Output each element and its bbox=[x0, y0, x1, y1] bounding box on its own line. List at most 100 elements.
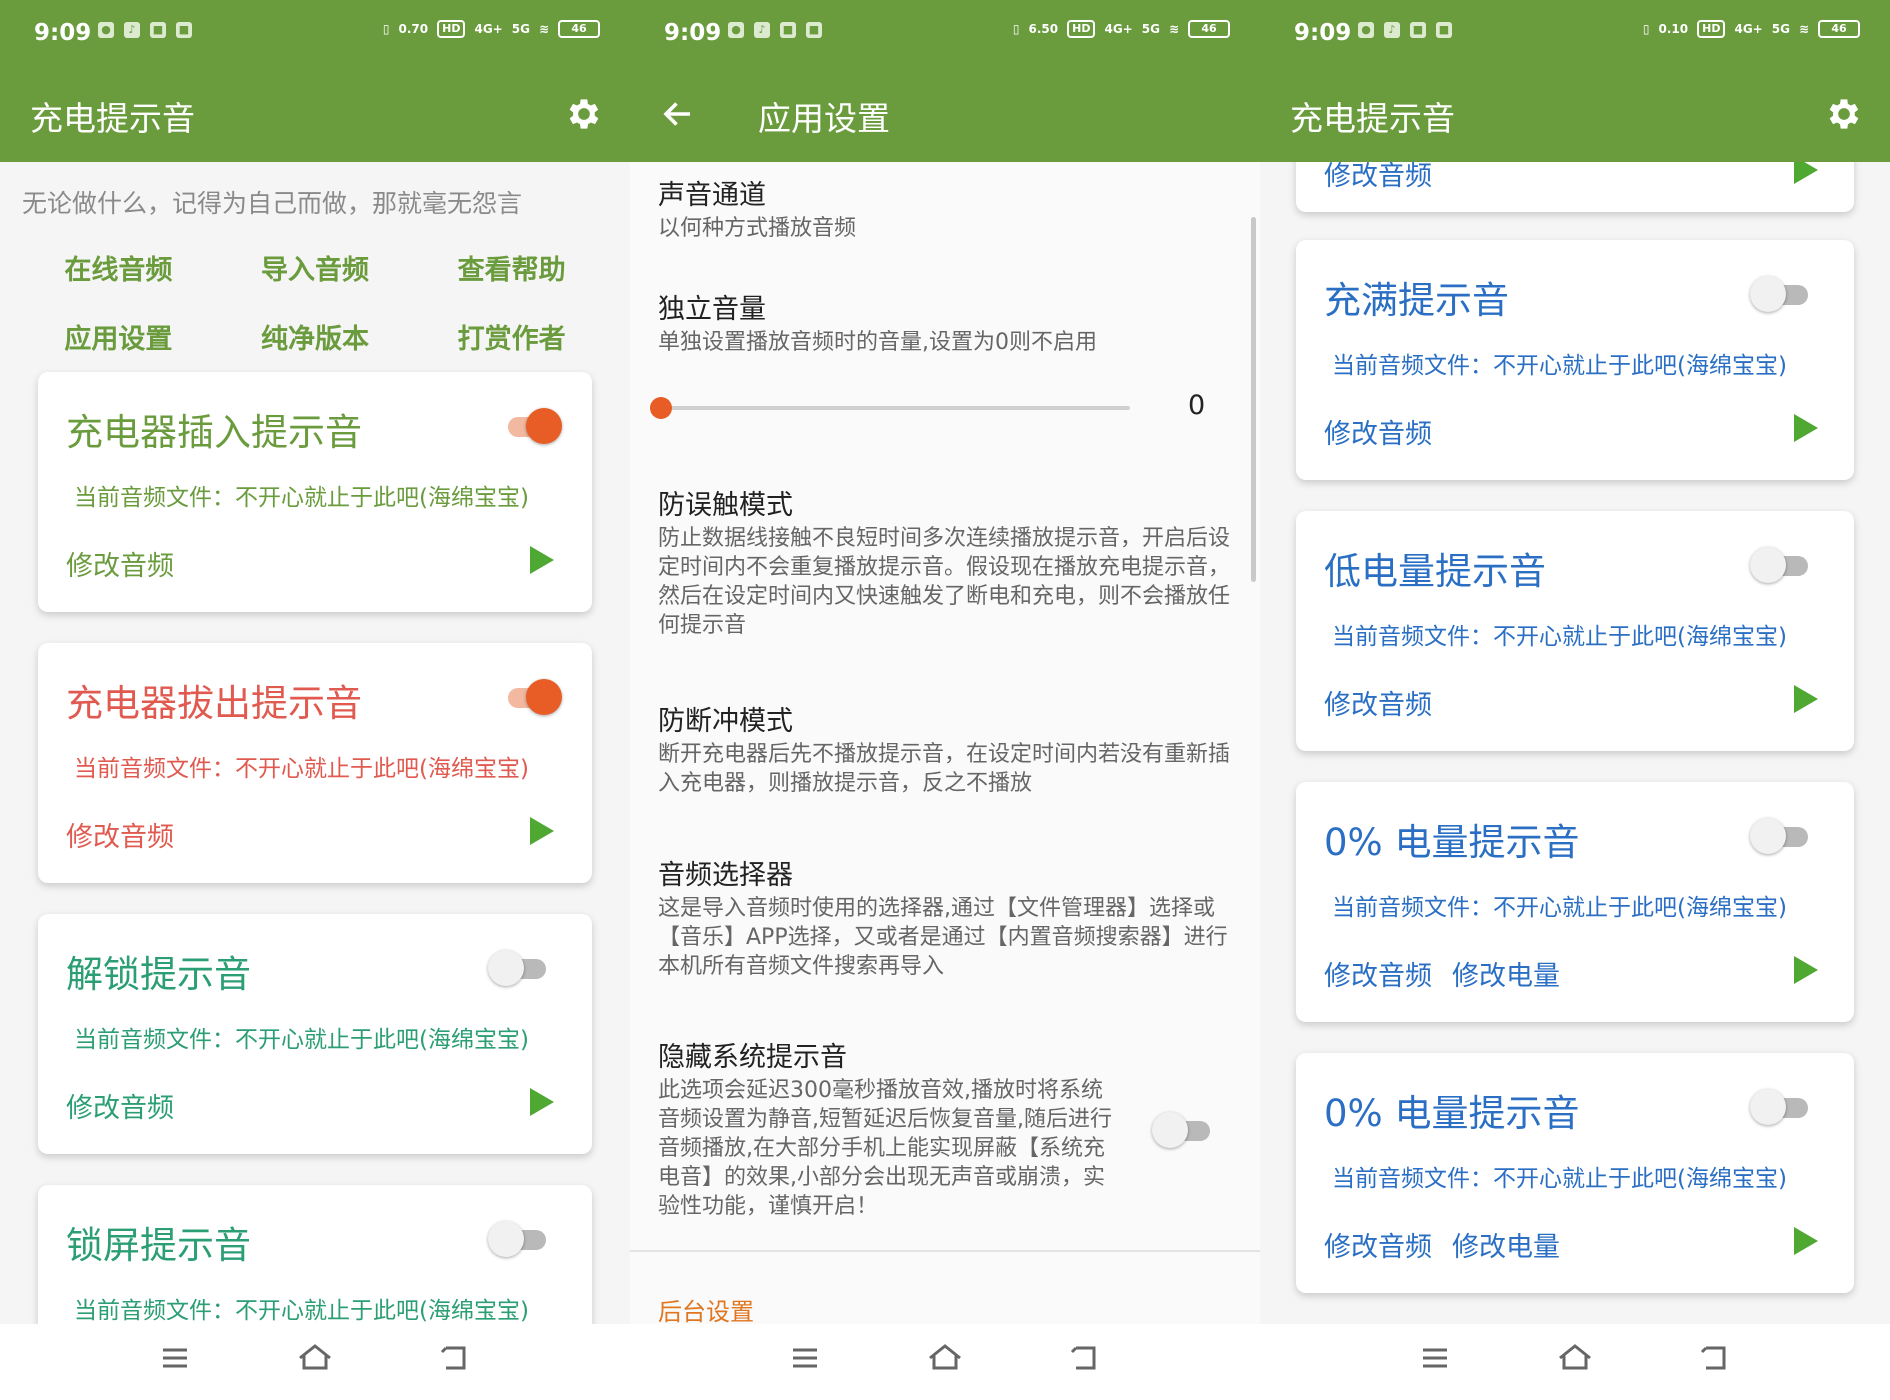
card-title: 充电器拔出提示音 bbox=[66, 682, 362, 725]
app-bar: 应用设置 bbox=[630, 68, 1260, 162]
menu-help[interactable]: 查看帮助 bbox=[413, 248, 610, 287]
app-notification-icon: ● bbox=[1358, 22, 1374, 38]
status-bar: 9:09 ● ♪ ■ ■ ▯ 0.70 HD 4G+ 5G ≋ 46 bbox=[0, 0, 630, 68]
app-notification-icon: ■ bbox=[1410, 22, 1426, 38]
menu-icon[interactable] bbox=[780, 1338, 830, 1378]
enable-toggle[interactable] bbox=[488, 950, 550, 986]
change-audio-button[interactable]: 修改音频 bbox=[1324, 683, 1432, 722]
setting-title: 音频选择器 bbox=[658, 860, 793, 891]
change-audio-button[interactable]: 修改音频 bbox=[1324, 954, 1432, 993]
card-title: 充满提示音 bbox=[1324, 279, 1509, 322]
page-title: 应用设置 bbox=[758, 99, 890, 138]
status-bar: 9:09 ● ♪ ■ ■ ▯ 6.50 HD 4G+ 5G ≋ 46 bbox=[630, 0, 1260, 68]
play-icon[interactable] bbox=[530, 546, 554, 574]
menu-donate[interactable]: 打赏作者 bbox=[413, 317, 610, 356]
card-title: 0% 电量提示音 bbox=[1324, 1092, 1580, 1135]
app-notification-icon: ■ bbox=[150, 22, 166, 38]
setting-desc: 此选项会延迟300毫秒播放音效,播放时将系统音频设置为静音,短暂延迟后恢复音量,… bbox=[658, 1078, 1112, 1219]
gear-icon[interactable] bbox=[564, 94, 604, 134]
change-audio-button[interactable]: 修改音频 bbox=[1324, 1225, 1432, 1264]
menu-online-audio[interactable]: 在线音频 bbox=[20, 248, 217, 287]
status-time: 9:09 bbox=[1294, 20, 1352, 46]
play-icon[interactable] bbox=[1794, 1227, 1818, 1255]
menu-pure-version[interactable]: 纯净版本 bbox=[217, 317, 414, 356]
play-icon[interactable] bbox=[1794, 414, 1818, 442]
setting-sound-channel[interactable]: 声音通道 以何种方式播放音频 bbox=[658, 178, 1238, 243]
sound-card: 充电器拔出提示音 当前音频文件：不开心就止于此吧(海绵宝宝) 修改音频 bbox=[38, 643, 592, 883]
current-file-text: 当前音频文件：不开心就止于此吧(海绵宝宝) bbox=[74, 756, 529, 782]
play-icon[interactable] bbox=[530, 817, 554, 845]
divider bbox=[630, 1250, 1260, 1252]
app-notification-icon: ■ bbox=[176, 22, 192, 38]
current-file-text: 当前音频文件：不开心就止于此吧(海绵宝宝) bbox=[1332, 353, 1787, 379]
setting-desc: 防止数据线接触不良短时间多次连续播放提示音，开启后设定时间内不会重复播放提示音。… bbox=[658, 526, 1231, 638]
app-title: 充电提示音 bbox=[30, 99, 195, 138]
back-icon[interactable] bbox=[1060, 1338, 1110, 1378]
setting-desc: 单独设置播放音频时的音量,设置为0则不启用 bbox=[658, 330, 1097, 355]
menu-app-settings[interactable]: 应用设置 bbox=[20, 317, 217, 356]
scrollbar[interactable] bbox=[1251, 217, 1256, 582]
home-icon[interactable] bbox=[920, 1338, 970, 1378]
setting-audio-picker[interactable]: 音频选择器 这是导入音频时使用的选择器,通过【文件管理器】选择或【音乐】APP选… bbox=[658, 858, 1238, 981]
home-icon[interactable] bbox=[290, 1338, 340, 1378]
sound-card: 低电量提示音 当前音频文件：不开心就止于此吧(海绵宝宝) 修改音频 bbox=[1296, 511, 1854, 751]
slider-thumb[interactable] bbox=[650, 397, 672, 419]
enable-toggle[interactable] bbox=[1750, 818, 1812, 854]
setting-anti-mistouch[interactable]: 防误触模式 防止数据线接触不良短时间多次连续播放提示音，开启后设定时间内不会重复… bbox=[658, 488, 1238, 640]
setting-desc: 断开充电器后先不播放提示音，在设定时间内若没有重新插入充电器，则播放提示音，反之… bbox=[658, 742, 1231, 796]
change-audio-button[interactable]: 修改音频 bbox=[66, 544, 174, 583]
app-notification-icon: ■ bbox=[806, 22, 822, 38]
vibrate-icon: ▯ bbox=[1642, 22, 1650, 36]
enable-toggle[interactable] bbox=[1750, 547, 1812, 583]
home-icon[interactable] bbox=[1550, 1338, 1600, 1378]
setting-anti-disconnect[interactable]: 防断冲模式 断开充电器后先不播放提示音，在设定时间内若没有重新插入充电器，则播放… bbox=[658, 704, 1238, 798]
change-level-button[interactable]: 修改电量 bbox=[1452, 954, 1560, 993]
sound-card: 0% 电量提示音 当前音频文件：不开心就止于此吧(海绵宝宝) 修改音频 修改电量 bbox=[1296, 1053, 1854, 1293]
menu-icon[interactable] bbox=[150, 1338, 200, 1378]
app-notification-icon: ● bbox=[728, 22, 744, 38]
change-audio-button[interactable]: 修改音频 bbox=[1324, 412, 1432, 451]
screen-settings: 9:09 ● ♪ ■ ■ ▯ 6.50 HD 4G+ 5G ≋ 46 应用设置 bbox=[630, 0, 1260, 1400]
enable-toggle[interactable] bbox=[1750, 276, 1812, 312]
wifi-icon: ≋ bbox=[1798, 22, 1809, 36]
change-audio-button[interactable]: 修改音频 bbox=[66, 815, 174, 854]
setting-title: 防断冲模式 bbox=[658, 706, 793, 737]
play-icon[interactable] bbox=[1794, 685, 1818, 713]
play-icon[interactable] bbox=[530, 1088, 554, 1116]
network-speed: 0.70 bbox=[398, 22, 429, 36]
sound-card: 0% 电量提示音 当前音频文件：不开心就止于此吧(海绵宝宝) 修改音频 修改电量 bbox=[1296, 782, 1854, 1022]
network-speed: 0.10 bbox=[1658, 22, 1689, 36]
volume-slider[interactable] bbox=[650, 394, 1130, 422]
setting-title: 独立音量 bbox=[658, 294, 766, 325]
motto-text: 无论做什么，记得为自己而做，那就毫无怨言 bbox=[22, 189, 523, 218]
menu-import-audio[interactable]: 导入音频 bbox=[217, 248, 414, 287]
gear-icon[interactable] bbox=[1824, 94, 1864, 134]
enable-toggle[interactable] bbox=[500, 408, 562, 444]
notification-icons: ● ♪ ■ ■ bbox=[728, 22, 822, 38]
change-level-button[interactable]: 修改电量 bbox=[1452, 1225, 1560, 1264]
back-icon[interactable] bbox=[430, 1338, 480, 1378]
enable-toggle[interactable] bbox=[1750, 1089, 1812, 1125]
enable-toggle[interactable] bbox=[500, 679, 562, 715]
notification-icons: ● ♪ ■ ■ bbox=[98, 22, 192, 38]
app-bar: 充电提示音 bbox=[1260, 68, 1890, 162]
back-icon[interactable] bbox=[1690, 1338, 1740, 1378]
status-indicators: ▯ 0.10 HD 4G+ 5G ≋ 46 bbox=[1643, 20, 1860, 38]
music-note-icon: ♪ bbox=[1384, 22, 1400, 38]
app-title: 充电提示音 bbox=[1290, 99, 1455, 138]
play-icon[interactable] bbox=[1794, 956, 1818, 984]
music-note-icon: ♪ bbox=[754, 22, 770, 38]
card-title: 0% 电量提示音 bbox=[1324, 821, 1580, 864]
setting-hide-system-sound[interactable]: 隐藏系统提示音 此选项会延迟300毫秒播放音效,播放时将系统音频设置为静音,短暂… bbox=[658, 1040, 1118, 1221]
card-title: 充电器插入提示音 bbox=[66, 411, 362, 454]
hide-system-sound-toggle[interactable] bbox=[1152, 1112, 1214, 1148]
enable-toggle[interactable] bbox=[488, 1221, 550, 1257]
card-title: 锁屏提示音 bbox=[66, 1224, 251, 1267]
current-file-text: 当前音频文件：不开心就止于此吧(海绵宝宝) bbox=[1332, 895, 1787, 921]
menu-icon[interactable] bbox=[1410, 1338, 1460, 1378]
change-audio-button[interactable]: 修改音频 bbox=[66, 1086, 174, 1125]
signal-5g-icon: 5G bbox=[1771, 22, 1790, 36]
sound-card: 充电器插入提示音 当前音频文件：不开心就止于此吧(海绵宝宝) 修改音频 bbox=[38, 372, 592, 612]
setting-independent-volume[interactable]: 独立音量 单独设置播放音频时的音量,设置为0则不启用 bbox=[658, 292, 1238, 357]
back-arrow-icon[interactable] bbox=[660, 96, 696, 132]
